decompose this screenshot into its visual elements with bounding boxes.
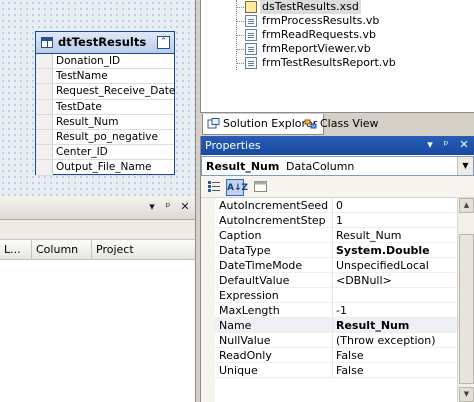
object-selector[interactable]: Result_Num DataColumn ▼	[201, 156, 474, 176]
dropdown-arrow-icon[interactable]: ▾	[145, 200, 159, 214]
scroll-up-arrow-icon[interactable]: ▲	[459, 198, 474, 213]
property-row[interactable]: Expression	[215, 288, 457, 303]
property-name: Caption	[219, 229, 262, 242]
close-icon[interactable]: ✕	[457, 138, 471, 152]
property-name: DataType	[219, 244, 271, 257]
property-value[interactable]: (Throw exception)	[336, 334, 456, 347]
vb-file-icon	[245, 57, 257, 69]
pin-icon[interactable]: ᵖ	[161, 200, 175, 214]
property-row[interactable]: AutoIncrementSeed 0	[215, 198, 457, 213]
datatable-icon	[41, 37, 53, 48]
properties-title: Properties	[205, 139, 261, 152]
explorer-tab-strip: Solution Explorer Class View	[200, 112, 474, 136]
close-icon[interactable]: ✕	[178, 200, 192, 214]
property-row[interactable]: DataType System.Double	[215, 243, 457, 258]
property-name: MaxLength	[219, 304, 280, 317]
property-value[interactable]: False	[336, 349, 456, 362]
property-name: DefaultValue	[219, 274, 290, 287]
solution-file-label: dsTestResults.xsd	[260, 0, 361, 14]
solution-explorer-icon	[207, 118, 220, 129]
alphabetical-sort-icon[interactable]: A↓Z	[226, 179, 248, 196]
tab-label: Class View	[320, 117, 379, 130]
xsd-file-icon	[245, 1, 257, 13]
property-value[interactable]: <DBNull>	[336, 274, 456, 287]
chevron-down-icon[interactable]: ▼	[457, 157, 473, 175]
solution-file-label: frmReadRequests.vb	[262, 28, 376, 41]
property-name: AutoIncrementStep	[219, 214, 326, 227]
error-list-toolbar	[0, 220, 195, 240]
solution-file-label: frmProcessResults.vb	[262, 14, 380, 27]
property-row[interactable]: Name Result_Num	[215, 318, 457, 333]
vertical-scrollbar[interactable]: ▲ ▼	[457, 198, 474, 402]
datatable-dttestresults[interactable]: dtTestResults ⌃ Donation_ID TestName Req…	[35, 31, 175, 176]
datatable-header[interactable]: dtTestResults ⌃	[36, 32, 174, 54]
datatable-column[interactable]: TestName	[36, 69, 174, 85]
property-name: Unique	[219, 364, 258, 377]
collapse-chevron-icon[interactable]: ⌃	[157, 36, 170, 49]
property-row[interactable]: Caption Result_Num	[215, 228, 457, 243]
property-row[interactable]: NullValue (Throw exception)	[215, 333, 457, 348]
property-name: Name	[219, 319, 252, 332]
class-view-icon	[304, 119, 317, 129]
property-value[interactable]: Result_Num	[336, 229, 456, 242]
scroll-down-arrow-icon[interactable]: ▼	[459, 387, 474, 402]
vb-file-icon	[245, 15, 257, 27]
property-row[interactable]: Unique False	[215, 363, 457, 378]
property-value[interactable]: -1	[336, 304, 456, 317]
property-row[interactable]: ReadOnly False	[215, 348, 457, 363]
datatable-column[interactable]: TestDate	[36, 99, 174, 115]
column-header-column[interactable]: Column	[32, 240, 92, 260]
property-pages-icon[interactable]	[251, 179, 269, 196]
properties-pane: Properties ▾ ᵖ ✕ Result_Num DataColumn ▼…	[200, 136, 474, 402]
property-value[interactable]: UnspecifiedLocal	[336, 259, 456, 272]
datatable-title: dtTestResults	[58, 35, 147, 49]
property-name: Expression	[219, 289, 279, 302]
solution-explorer-pane: dsTestResults.xsd frmProcessResults.vb f…	[200, 0, 474, 112]
property-row[interactable]: DefaultValue <DBNull>	[215, 273, 457, 288]
datatable-column[interactable]: Result_Num	[36, 114, 174, 130]
property-name: DateTimeMode	[219, 259, 303, 272]
error-list-header: L... Column Project	[0, 240, 195, 260]
property-name: ReadOnly	[219, 349, 272, 362]
column-header-project[interactable]: Project	[92, 240, 196, 260]
property-row[interactable]: DateTimeMode UnspecifiedLocal	[215, 258, 457, 273]
object-type: DataColumn	[286, 160, 355, 173]
property-value[interactable]: System.Double	[336, 244, 456, 257]
scroll-thumb[interactable]	[459, 234, 474, 384]
datatable-column[interactable]: Output_File_Name	[36, 160, 174, 176]
dropdown-arrow-icon[interactable]: ▾	[423, 138, 437, 152]
property-row[interactable]: MaxLength -1	[215, 303, 457, 318]
datatable-column[interactable]: Request_Receive_Date	[36, 84, 175, 100]
datatable-column[interactable]: Donation_ID	[36, 54, 174, 70]
vb-file-icon	[245, 43, 257, 55]
property-row[interactable]: AutoIncrementStep 1	[215, 213, 457, 228]
tab-class-view[interactable]: Class View	[300, 114, 385, 135]
error-list-pane: ▾ ᵖ ✕ L... Column Project	[0, 196, 196, 402]
property-name: NullValue	[219, 334, 271, 347]
object-name: Result_Num	[206, 160, 280, 173]
property-value[interactable]: Result_Num	[336, 319, 456, 332]
property-value[interactable]: False	[336, 364, 456, 377]
property-grid: AutoIncrementSeed 0 AutoIncrementStep 1 …	[201, 198, 457, 402]
solution-file-label: frmTestResultsReport.vb	[262, 56, 396, 69]
pin-icon[interactable]: ᵖ	[439, 138, 453, 152]
datatable-column[interactable]: Result_po_negative	[36, 129, 174, 146]
property-name: AutoIncrementSeed	[219, 199, 329, 212]
properties-toolbar: A↓Z	[201, 177, 474, 198]
property-value[interactable]: 0	[336, 199, 456, 212]
dataset-designer-surface[interactable]: dtTestResults ⌃ Donation_ID TestName Req…	[0, 0, 196, 196]
vb-file-icon	[245, 29, 257, 41]
properties-titlebar: Properties ▾ ᵖ ✕	[201, 136, 474, 155]
property-value[interactable]: 1	[336, 214, 456, 227]
column-header-line[interactable]: L...	[0, 240, 32, 260]
datatable-column[interactable]: Center_ID	[36, 145, 174, 161]
error-list-titlebar: ▾ ᵖ ✕	[0, 196, 195, 220]
categorized-icon[interactable]	[205, 179, 223, 196]
solution-file-label: frmReportViewer.vb	[262, 42, 371, 55]
